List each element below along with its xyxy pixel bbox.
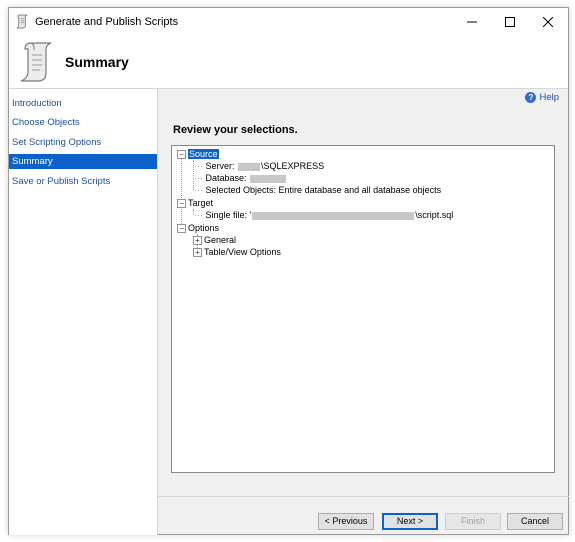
tree-node-selected-objects: ··· Selected Objects: Entire database an… xyxy=(194,184,441,196)
cancel-button[interactable]: Cancel xyxy=(507,513,563,530)
file-suffix: \script.sql xyxy=(415,210,454,220)
wizard-sidebar: Introduction Choose Objects Set Scriptin… xyxy=(9,89,158,535)
expand-table-view-options-icon[interactable]: + xyxy=(193,248,202,257)
page-header: Summary xyxy=(9,36,568,89)
maximize-button[interactable] xyxy=(490,8,530,36)
previous-button[interactable]: < Previous xyxy=(318,513,374,530)
title-bar: Generate and Publish Scripts xyxy=(9,8,568,36)
tree-node-general[interactable]: General xyxy=(204,234,236,246)
help-link[interactable]: ? Help xyxy=(525,92,559,103)
sidebar-item-choose-objects[interactable]: Choose Objects xyxy=(9,115,157,130)
wizard-footer: < Previous Next > Finish Cancel xyxy=(158,496,569,536)
tree-node-target[interactable]: Target xyxy=(188,197,213,209)
summary-tree[interactable]: − Source ··· Server: \SQLEXPRESS ··· Dat… xyxy=(171,145,555,473)
redacted-database-name xyxy=(250,174,287,183)
collapse-target-icon[interactable]: − xyxy=(177,199,186,208)
tree-node-source[interactable]: Source xyxy=(188,148,219,160)
help-icon: ? xyxy=(525,92,537,103)
tree-branch-glyph: ··· xyxy=(194,210,203,220)
sidebar-item-set-scripting-options[interactable]: Set Scripting Options xyxy=(9,135,157,150)
scroll-icon xyxy=(16,14,28,29)
page-title: Summary xyxy=(65,54,129,70)
tree-connector xyxy=(181,156,182,226)
tree-node-options[interactable]: Options xyxy=(188,222,219,234)
redacted-file-path xyxy=(252,211,415,220)
window-title: Generate and Publish Scripts xyxy=(35,16,179,28)
tree-node-server: ··· Server: \SQLEXPRESS xyxy=(194,160,324,172)
sidebar-item-introduction[interactable]: Introduction xyxy=(9,96,157,111)
sidebar-item-save-or-publish-scripts[interactable]: Save or Publish Scripts xyxy=(9,174,157,189)
redacted-server-name xyxy=(238,162,261,171)
tree-branch-glyph: ··· xyxy=(194,185,203,195)
finish-button[interactable]: Finish xyxy=(445,513,501,530)
database-prefix: Database: xyxy=(205,173,247,183)
generate-publish-scripts-window: Generate and Publish Scripts Summary Int… xyxy=(8,7,569,535)
review-heading: Review your selections. xyxy=(173,124,298,136)
help-label: Help xyxy=(539,92,559,103)
minimize-icon xyxy=(467,21,477,23)
file-prefix: Single file: ' xyxy=(205,210,252,220)
maximize-icon xyxy=(505,17,515,27)
tree-branch-glyph: ··· xyxy=(194,161,203,171)
minimize-button[interactable] xyxy=(452,8,492,36)
close-button[interactable] xyxy=(528,8,568,36)
expand-general-icon[interactable]: + xyxy=(193,236,202,245)
collapse-options-icon[interactable]: − xyxy=(177,224,186,233)
sidebar-item-summary[interactable]: Summary xyxy=(9,154,157,169)
tree-branch-glyph: ··· xyxy=(194,173,203,183)
source-label: Source xyxy=(188,149,219,159)
tree-node-table-view-options[interactable]: Table/View Options xyxy=(204,246,281,258)
close-icon xyxy=(543,17,553,27)
collapse-source-icon[interactable]: − xyxy=(177,150,186,159)
server-prefix: Server: xyxy=(205,161,235,171)
scroll-icon xyxy=(20,42,52,82)
tree-node-database: ··· Database: xyxy=(194,172,287,184)
selected-objects-text: Selected Objects: Entire database and al… xyxy=(205,185,442,195)
summary-content: ? Help Review your selections. − Source … xyxy=(158,89,569,535)
next-button[interactable]: Next > xyxy=(382,513,438,530)
server-suffix: \SQLEXPRESS xyxy=(261,161,325,171)
tree-node-single-file: ··· Single file: ' \script.sql xyxy=(194,209,453,221)
